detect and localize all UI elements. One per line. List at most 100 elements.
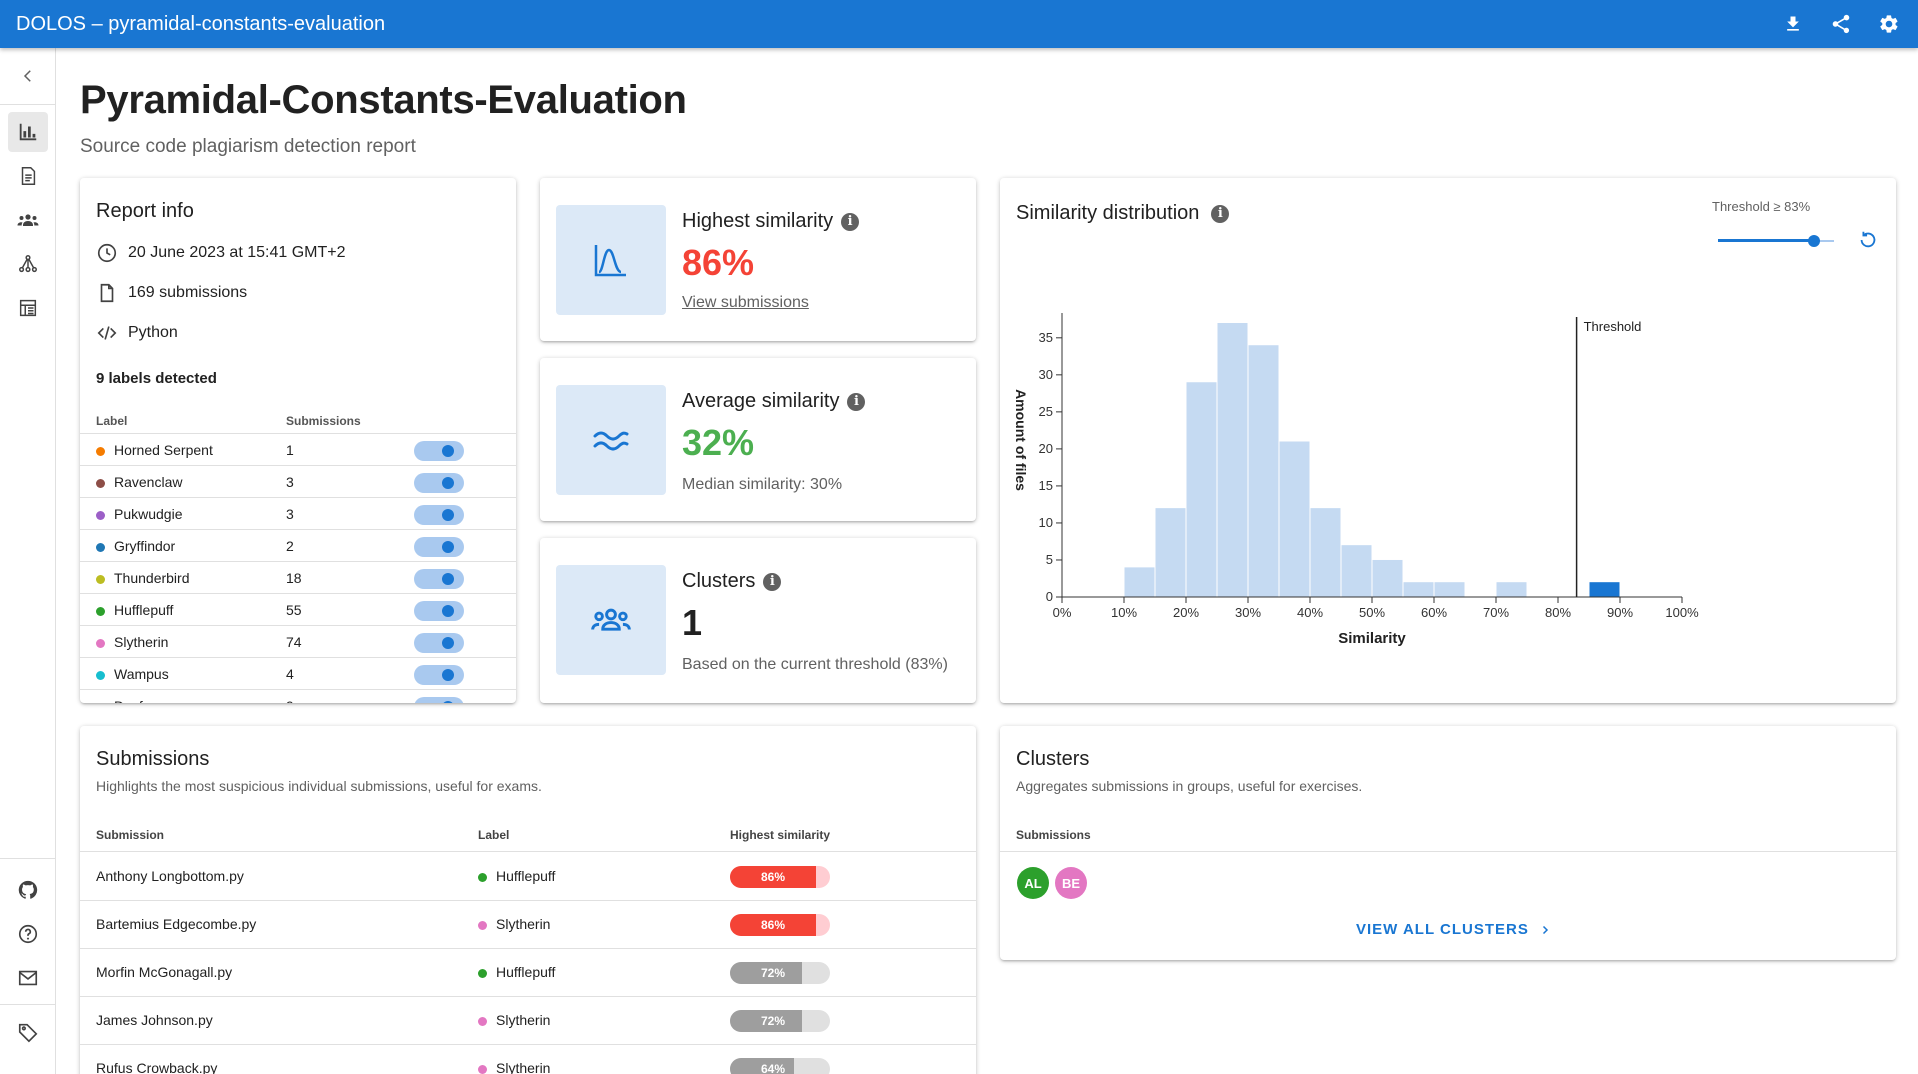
label-color-dot [96,607,105,616]
rail-item-submissions[interactable] [8,156,48,196]
label-toggle[interactable] [414,665,464,685]
toggle-knob [442,509,454,521]
chevron-right-icon [1542,925,1548,934]
cluster-avatar[interactable]: AL [1017,867,1049,899]
average-similarity-value: 32% [682,422,755,463]
gear-icon [1880,15,1898,33]
slider-thumb[interactable] [1808,235,1821,247]
cluster-avatar[interactable]: BE [1055,867,1087,899]
histogram-bar [1341,545,1372,597]
clock-icon [97,243,117,263]
toggle-knob [442,669,454,681]
label-toggle[interactable] [414,441,464,461]
info-icon[interactable]: i [763,572,782,591]
rail-item-overview[interactable] [8,112,48,152]
collapse-rail-button[interactable] [8,56,48,96]
histogram-bar [1248,345,1279,597]
view-all-clusters-button[interactable]: VIEW ALL CLUSTERS [1356,921,1551,938]
label-color-dot [96,671,105,680]
label-name: Pukwudgie [114,506,183,522]
similarity-bar: 86% [730,914,830,936]
app-title: DOLOS – pyramidal-constants-evaluation [16,12,386,35]
y-tick-label: 35 [1039,330,1053,345]
y-tick-label: 20 [1039,441,1053,456]
x-tick-label: 80% [1545,605,1571,620]
label-count: 18 [286,570,302,586]
approx-icon [593,431,629,451]
submission-file: James Johnson.py [96,1012,213,1028]
reset-threshold-button[interactable] [1855,227,1881,253]
download-button[interactable] [1780,11,1806,37]
group-icon [591,608,631,631]
average-similarity-title: Average similarity i [682,390,866,413]
y-tick-label: 25 [1039,404,1053,419]
x-tick-label: 60% [1421,605,1447,620]
label-toggle[interactable] [414,537,464,557]
share-button[interactable] [1828,11,1854,37]
highest-similarity-card: Highest similarity i 86% View submission… [540,178,976,341]
similarity-value: 86% [760,918,786,932]
mail-link[interactable] [8,958,48,998]
submissions-description: Highlights the most suspicious individua… [96,778,542,794]
col-label[interactable]: Label [478,828,509,842]
version-tag[interactable] [8,1012,48,1052]
label-color-dot [96,511,105,520]
rail-item-clusters[interactable] [8,200,48,240]
info-icon[interactable]: i [841,212,860,231]
highest-similarity-label: Highest similarity [682,210,834,232]
rail-item-table[interactable] [8,288,48,328]
similarity-bar: 72% [730,1010,830,1032]
submission-label: Slytherin [496,916,551,932]
label-count: 74 [286,634,302,650]
submission-label: Slytherin [496,1060,551,1074]
col-highest-similarity[interactable]: Highest similarity [730,828,830,842]
label-color-dot [478,969,487,978]
col-submission[interactable]: Submission [96,828,164,842]
label-count: 2 [286,538,294,554]
label-toggle[interactable] [414,505,464,525]
distribution-title: Similarity distribution i [1016,202,1230,225]
rail-divider-bottom [0,858,56,859]
submissions-card: Submissions Highlights the most suspicio… [80,726,976,1074]
col-label: Label [96,414,128,428]
github-icon [18,880,38,899]
label-row: Thunderbird 18 [80,562,516,594]
histogram-bar [1155,508,1186,597]
y-tick-label: 10 [1039,515,1053,530]
submission-file: Morfin McGonagall.py [96,964,233,980]
submission-label: Hufflepuff [496,964,556,980]
info-icon[interactable]: i [1211,204,1230,223]
bar-chart-icon [19,123,37,141]
view-submissions-link[interactable]: View submissions [682,294,809,312]
threshold-slider[interactable] [1718,233,1834,249]
y-tick-label: 5 [1046,552,1053,567]
clusters-table-header: Submissions [1000,816,1896,852]
report-language-text: Python [128,324,178,341]
help-link[interactable] [8,914,48,954]
label-toggle[interactable] [414,601,464,621]
rail-divider-version [0,1004,56,1005]
clusters-icon-box [556,565,666,675]
table-row[interactable]: Anthony Longbottom.py Hufflepuff 86% [80,853,976,901]
similarity-distribution-card: Similarity distribution i Threshold ≥ 83… [1000,178,1896,703]
table-row[interactable]: Morfin McGonagall.py Hufflepuff 72% [80,949,976,997]
x-tick-label: 70% [1483,605,1509,620]
col-cluster-submissions: Submissions [1016,828,1091,842]
label-toggle[interactable] [414,633,464,653]
info-icon[interactable]: i [847,392,866,411]
table-row[interactable]: James Johnson.py Slytherin 72% [80,997,976,1045]
clusters-card: Clusters Aggregates submissions in group… [1000,726,1896,960]
toggle-knob [442,573,454,585]
table-row[interactable]: Rufus Crowback.py Slytherin 64% [80,1045,976,1074]
label-toggle[interactable] [414,569,464,589]
distribution-title-text: Similarity distribution [1016,202,1200,224]
table-row[interactable]: Bartemius Edgecombe.py Slytherin 86% [80,901,976,949]
github-link[interactable] [8,870,48,910]
label-toggle[interactable] [414,473,464,493]
report-info-card: Report info 20 June 2023 at 15:41 GMT+2 … [80,178,516,703]
label-toggle[interactable] [414,697,464,703]
rail-item-graph[interactable] [8,244,48,284]
similarity-value: 72% [760,1014,786,1028]
settings-button[interactable] [1876,11,1902,37]
report-submissions: 169 submissions [96,282,247,304]
